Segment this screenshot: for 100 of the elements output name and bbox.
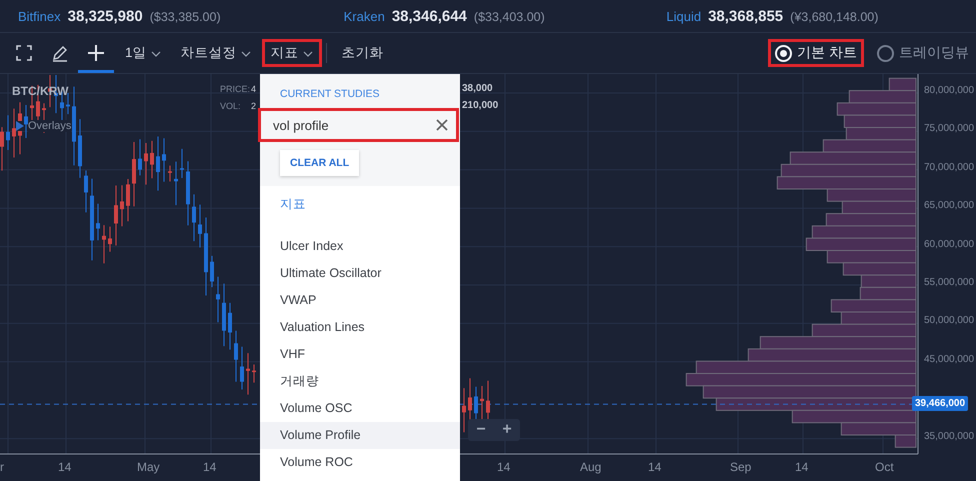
section-heading: CURRENT STUDIES	[279, 88, 381, 100]
study-item[interactable]: Volume Profile	[260, 422, 460, 449]
candlestick	[486, 380, 490, 421]
candlestick	[24, 104, 28, 139]
candlestick	[162, 138, 166, 182]
chart-type-radio[interactable]: 기본 차트	[768, 39, 864, 67]
candlestick	[126, 178, 130, 222]
candlestick	[192, 194, 196, 242]
overlays-label[interactable]: Overlays	[28, 120, 72, 132]
exchange-name[interactable]: Bitfinex	[18, 8, 61, 24]
dropdown-menu[interactable]: 1일	[116, 39, 170, 67]
study-search-field[interactable]: vol profile	[258, 108, 459, 142]
caret-icon	[150, 51, 161, 57]
candlestick	[252, 364, 256, 384]
legend-value: 38,000	[462, 83, 493, 94]
candlestick	[210, 255, 214, 288]
candlestick	[180, 148, 184, 179]
study-item[interactable]: Ultimate Oscillator	[260, 260, 460, 287]
exchange-name[interactable]: Liquid	[666, 8, 702, 24]
converted-price: ($33,403.00)	[474, 10, 545, 24]
date-axis-label: r	[0, 460, 4, 474]
dropdown-menu[interactable]: 지표	[262, 39, 322, 67]
exchange-price: 38,346,644	[392, 8, 467, 24]
candlestick	[78, 118, 82, 178]
legend-value: 210,000	[462, 100, 498, 111]
candlestick	[150, 140, 154, 179]
date-axis-label: 14	[203, 460, 216, 474]
candlestick	[0, 126, 4, 172]
study-item[interactable]: 거래량	[260, 368, 460, 395]
date-axis-label: 14	[58, 460, 72, 474]
study-item[interactable]: VHF	[260, 341, 460, 368]
candlestick	[174, 161, 178, 206]
converted-price: (¥3,680,148.00)	[790, 10, 878, 24]
study-item[interactable]: Volume ROC	[260, 449, 460, 476]
date-axis-label: Sep	[730, 460, 752, 474]
candlestick	[462, 388, 466, 433]
candlestick	[186, 160, 190, 226]
date-axis-label: 14	[795, 460, 808, 474]
clear-all-button[interactable]: CLEAR ALL	[280, 150, 360, 176]
candlestick	[144, 142, 148, 186]
candlestick	[168, 165, 172, 182]
reset-button[interactable]: 초기화	[332, 39, 393, 67]
converted-price: ($33,385.00)	[150, 10, 221, 24]
candlestick	[102, 224, 106, 264]
price-axis-label: 50,000,000	[924, 315, 974, 326]
legend-value: 4	[251, 84, 256, 94]
price-axis-label: 65,000,000	[924, 200, 974, 212]
exchange-price: 38,368,855	[708, 8, 784, 24]
expand-triangle-icon[interactable]	[16, 121, 24, 131]
candlestick	[156, 136, 160, 192]
dropdown-menu[interactable]: 차트설정	[172, 39, 260, 67]
study-item[interactable]: VWAP	[260, 287, 460, 314]
candlestick	[96, 203, 100, 241]
candlestick	[6, 114, 10, 150]
study-item[interactable]: Valuation Lines	[260, 314, 460, 341]
date-axis-label: Oct	[875, 460, 894, 474]
current-price-tag: 39,466,000	[912, 396, 968, 412]
candlestick	[198, 204, 202, 248]
pencil-icon	[51, 44, 69, 62]
candlestick	[228, 302, 232, 350]
legend-label: PRICE:	[220, 84, 247, 94]
price-axis-label: 70,000,000	[924, 162, 974, 173]
candlestick	[120, 184, 124, 227]
candlestick	[234, 330, 238, 382]
candlestick	[240, 346, 244, 390]
search-input[interactable]: vol profile	[271, 116, 436, 134]
legend-value: 2	[251, 101, 256, 111]
candlestick	[108, 226, 112, 252]
price-axis-label: 75,000,000	[924, 123, 974, 134]
candlestick	[138, 138, 142, 176]
caret-icon	[240, 51, 251, 57]
date-axis-label: 14	[497, 460, 510, 474]
candlestick	[114, 184, 118, 246]
plus-icon	[87, 44, 105, 62]
price-axis-label: 60,000,000	[924, 238, 974, 250]
exchange-name[interactable]: Kraken	[344, 8, 385, 24]
price-axis-label: 45,000,000	[924, 354, 974, 365]
candlestick	[12, 108, 16, 158]
study-item[interactable]: Ulcer Index	[260, 233, 460, 260]
candlestick	[246, 352, 250, 396]
close-icon[interactable]	[436, 119, 448, 131]
date-axis-label: May	[137, 460, 160, 474]
candlestick	[84, 170, 88, 213]
chart-type-radio[interactable]: 트레이딩뷰	[870, 39, 976, 67]
price-axis-label: 35,000,000	[924, 430, 974, 442]
exchange-price: 38,325,980	[68, 8, 143, 24]
study-item[interactable]: Volume OSC	[260, 395, 460, 422]
date-axis-label: 14	[648, 460, 662, 474]
candlestick	[216, 276, 220, 323]
fullscreen-icon	[16, 45, 32, 61]
zoom-in-button[interactable]: +	[494, 419, 520, 441]
caret-icon	[302, 51, 313, 57]
date-axis-label: Aug	[580, 460, 602, 474]
legend-label: VOL:	[220, 101, 242, 111]
candlestick	[132, 141, 136, 207]
price-axis-label: 55,000,000	[924, 277, 974, 288]
price-axis-label: 80,000,000	[924, 85, 974, 96]
section-heading: 지표	[279, 196, 307, 213]
candlestick	[222, 283, 226, 347]
zoom-out-button[interactable]: −	[468, 419, 494, 441]
